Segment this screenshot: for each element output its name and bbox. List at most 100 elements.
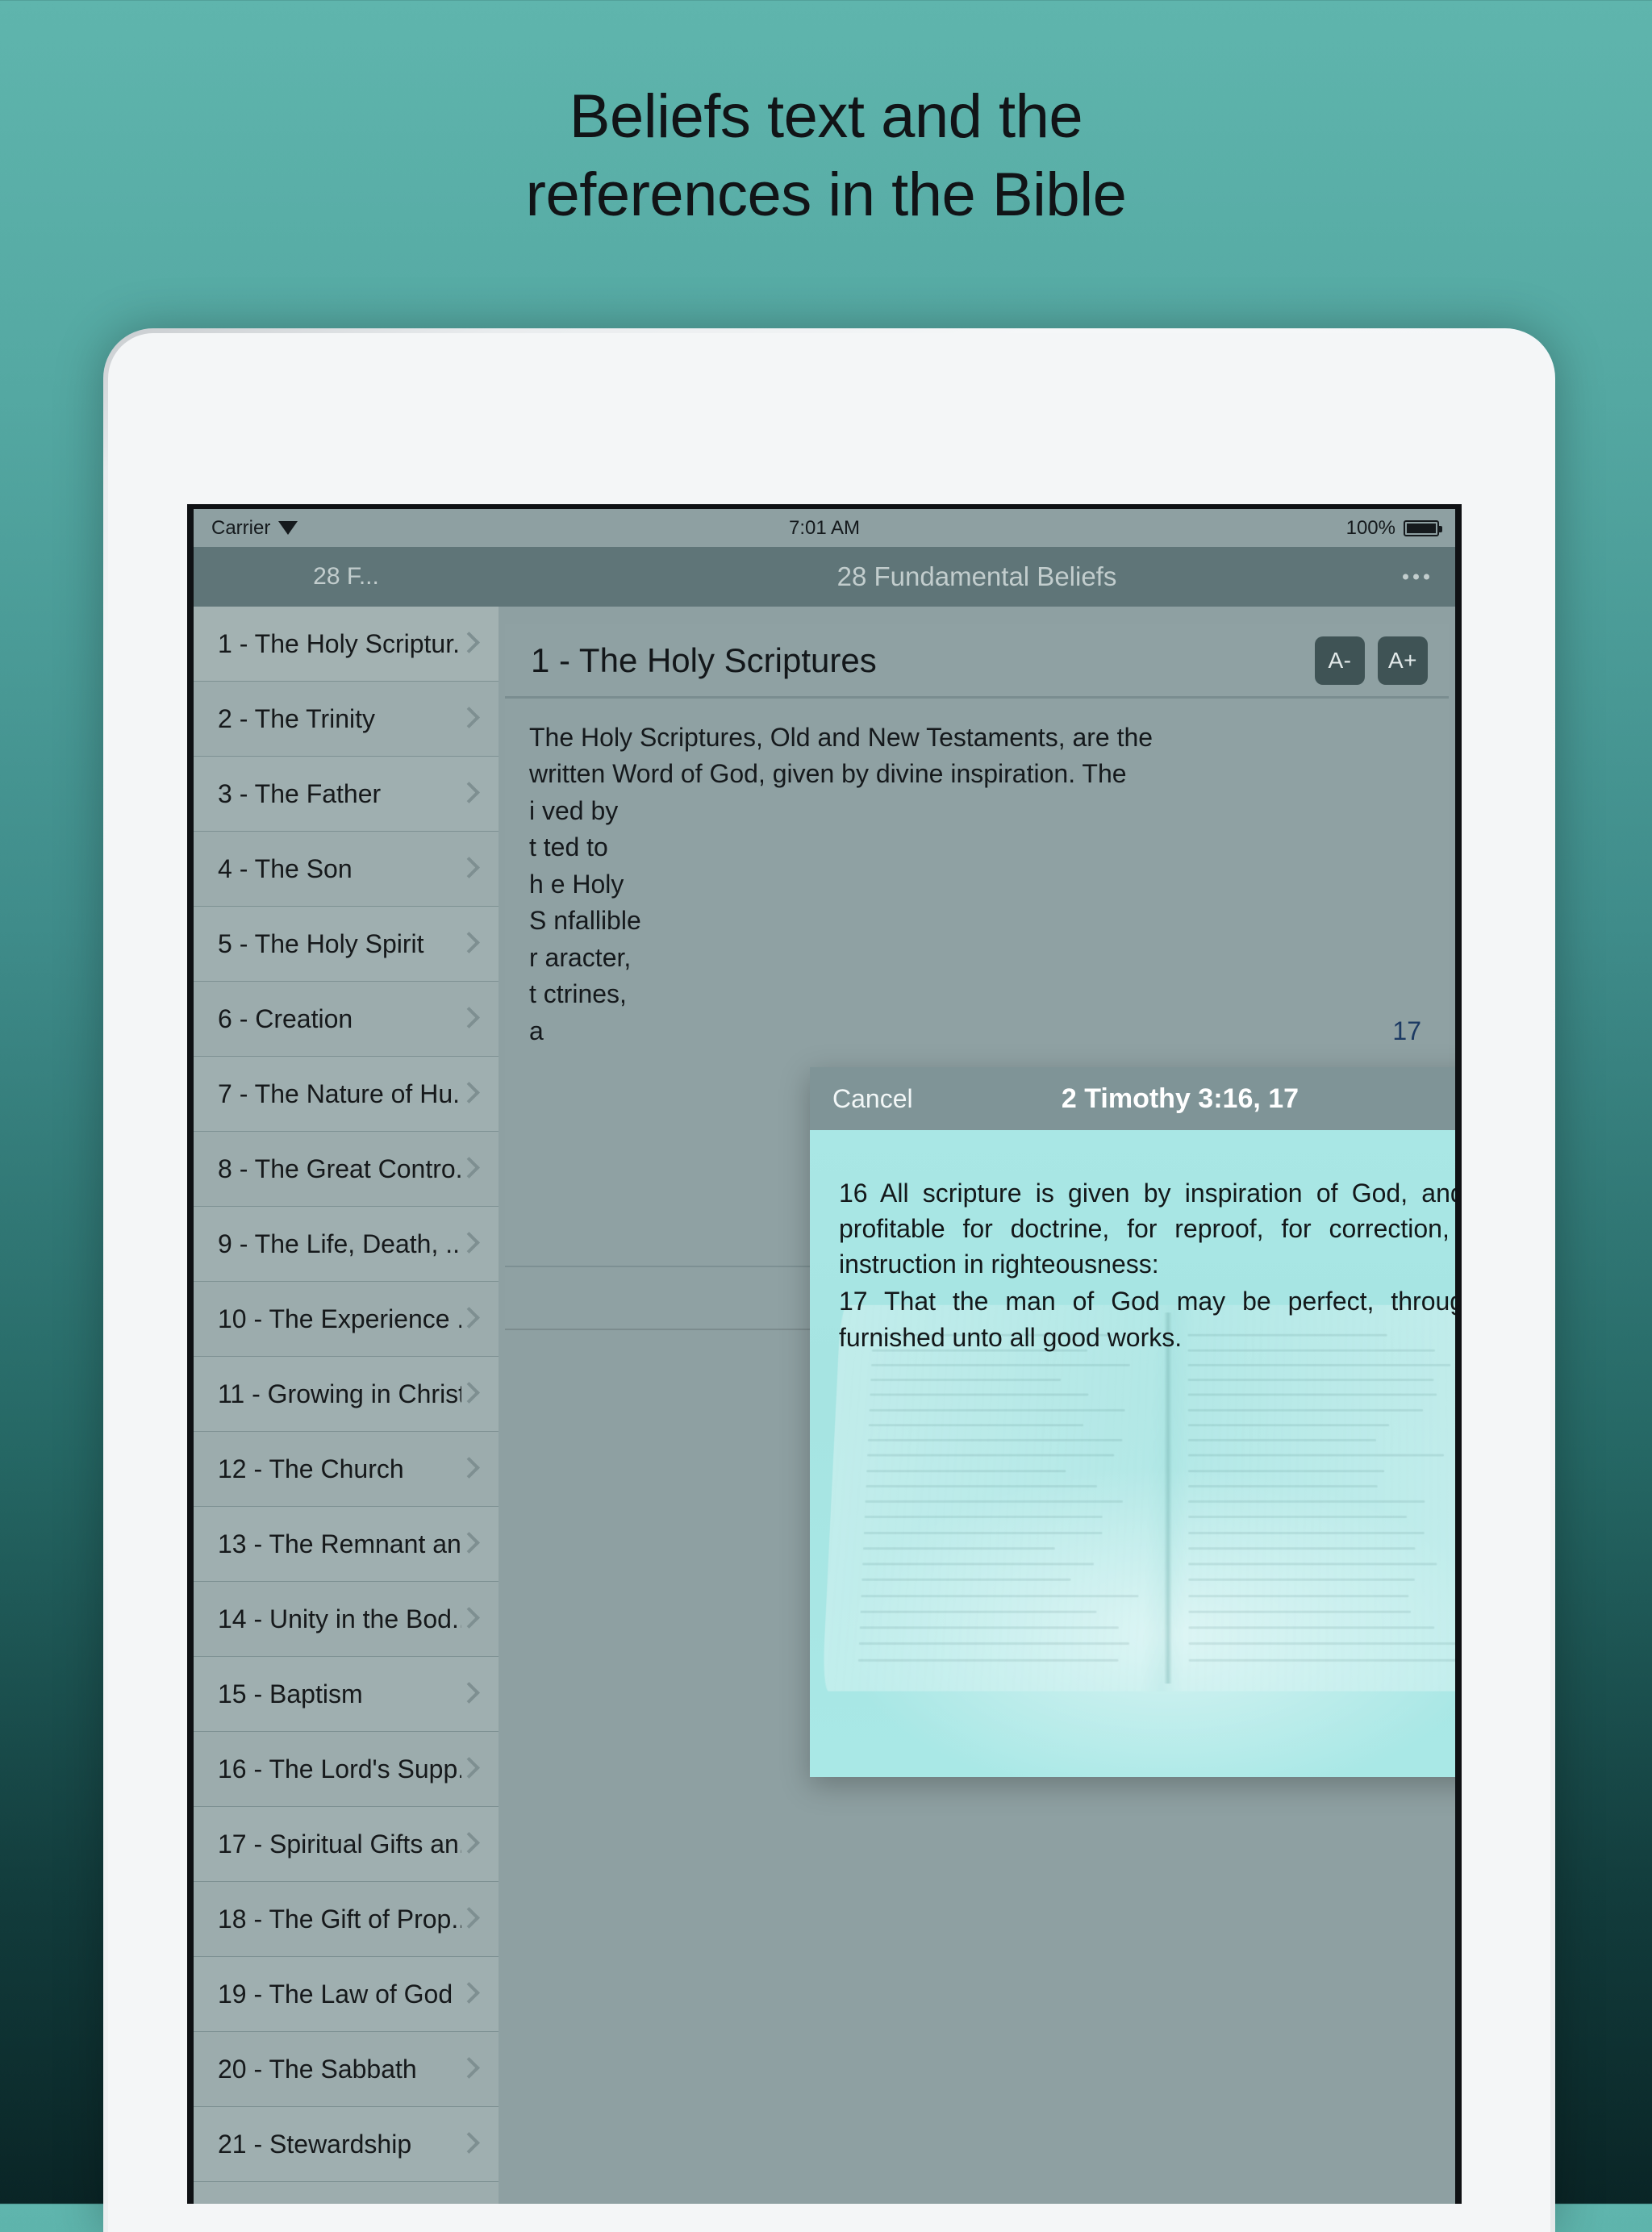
list-item-label: 5 - The Holy Spirit — [218, 929, 461, 959]
chevron-right-icon — [461, 1458, 474, 1480]
list-item[interactable]: 19 - The Law of God — [194, 1957, 499, 2032]
article-header: 1 - The Holy Scriptures A- A+ — [505, 624, 1449, 699]
verse-modal-body: 16 All scripture is given by inspiration… — [810, 1130, 1455, 1777]
article-body-line-3: i ved by — [529, 793, 1425, 829]
list-item-label: 15 - Baptism — [218, 1679, 461, 1709]
chevron-right-icon — [461, 782, 474, 805]
list-item-label: 14 - Unity in the Bod... — [218, 1604, 461, 1634]
chevron-right-icon — [461, 1683, 474, 1705]
chevron-right-icon — [461, 632, 474, 655]
list-item[interactable]: 12 - The Church — [194, 1432, 499, 1507]
list-item-label: 7 - The Nature of Hu... — [218, 1079, 461, 1109]
chevron-right-icon — [461, 1758, 474, 1780]
chevron-right-icon — [461, 1158, 474, 1180]
split-view: 28 F... 1 - The Holy Scriptur... 2 - The … — [194, 547, 1455, 2204]
list-item-label: 4 - The Son — [218, 854, 461, 884]
list-item-label: 10 - The Experience ... — [218, 1304, 461, 1334]
list-item[interactable]: 17 - Spiritual Gifts an... — [194, 1807, 499, 1882]
article-title: 1 - The Holy Scriptures — [531, 641, 1302, 680]
list-item-label: 1 - The Holy Scriptur... — [218, 629, 461, 659]
detail-pane: 28 Fundamental Beliefs 1 - The Holy Scri… — [499, 547, 1455, 2204]
list-item-label: 17 - Spiritual Gifts an... — [218, 1829, 461, 1859]
list-item[interactable]: 3 - The Father — [194, 757, 499, 832]
chevron-right-icon — [461, 1608, 474, 1630]
headline-line-2: references in the Bible — [0, 156, 1652, 234]
ellipsis-icon[interactable] — [1403, 574, 1429, 580]
list-item[interactable]: 20 - The Sabbath — [194, 2032, 499, 2107]
page-title: Beliefs text and the references in the B… — [0, 77, 1652, 235]
list-item[interactable]: 9 - The Life, Death, ... — [194, 1207, 499, 1282]
font-decrease-button[interactable]: A- — [1315, 636, 1365, 685]
list-item[interactable]: 2 - The Trinity — [194, 682, 499, 757]
chevron-right-icon — [461, 1008, 474, 1030]
verse-modal-header: Cancel 2 Timothy 3:16, 17 — [810, 1067, 1455, 1130]
list-item[interactable]: 8 - The Great Contro... — [194, 1132, 499, 1207]
master-pane: 28 F... 1 - The Holy Scriptur... 2 - The … — [194, 547, 499, 2204]
list-item[interactable]: 5 - The Holy Spirit — [194, 907, 499, 982]
app-screen-content: Carrier 7:01 AM 100% 28 F... 1 - The Hol… — [194, 509, 1455, 2204]
list-item[interactable]: 14 - Unity in the Bod... — [194, 1582, 499, 1657]
master-navigation-bar: 28 F... — [194, 547, 499, 607]
list-item-label: 20 - The Sabbath — [218, 2055, 461, 2084]
scripture-reference-link[interactable]: 17 — [1392, 1013, 1421, 1049]
battery-full-icon — [1404, 520, 1439, 536]
detail-navigation-bar: 28 Fundamental Beliefs — [499, 547, 1455, 607]
verse-reference-title: 2 Timothy 3:16, 17 — [810, 1083, 1455, 1115]
article-body-line-1: The Holy Scriptures, Old and New Testame… — [529, 720, 1425, 756]
open-bible-photo — [822, 1304, 1455, 1691]
chevron-right-icon — [461, 1083, 474, 1105]
list-item[interactable]: 10 - The Experience ... — [194, 1282, 499, 1357]
book-text-lines — [822, 1304, 1455, 1691]
list-item[interactable]: 4 - The Son — [194, 832, 499, 907]
verse-modal: Cancel 2 Timothy 3:16, 17 16 All scriptu… — [810, 1067, 1455, 1777]
list-item[interactable]: 21 - Stewardship — [194, 2107, 499, 2182]
list-item-label: 16 - The Lord's Supp... — [218, 1754, 461, 1784]
chevron-right-icon — [461, 1383, 474, 1405]
status-bar-time: 7:01 AM — [194, 517, 1455, 540]
chevron-right-icon — [461, 932, 474, 955]
list-item[interactable]: 15 - Baptism — [194, 1657, 499, 1732]
article-body-line-9: a — [529, 1016, 544, 1045]
chevron-right-icon — [461, 707, 474, 730]
chevron-right-icon — [461, 2058, 474, 2080]
chevron-right-icon — [461, 1908, 474, 1930]
app-screen: Carrier 7:01 AM 100% 28 F... 1 - The Hol… — [187, 504, 1462, 2204]
article-body-line-4: t ted to — [529, 829, 1425, 866]
list-item[interactable]: 6 - Creation — [194, 982, 499, 1057]
beliefs-list[interactable]: 1 - The Holy Scriptur... 2 - The Trinity 3… — [194, 607, 499, 2204]
chevron-right-icon — [461, 1233, 474, 1255]
verse-text: 16 All scripture is given by inspiration… — [810, 1175, 1455, 1357]
list-item[interactable]: 7 - The Nature of Hu... — [194, 1057, 499, 1132]
list-item-label: 13 - The Remnant an... — [218, 1529, 461, 1559]
list-item[interactable]: 11 - Growing in Christ — [194, 1357, 499, 1432]
article-body-line-6: S nfallible — [529, 903, 1425, 939]
chevron-right-icon — [461, 1533, 474, 1555]
list-item-label: 3 - The Father — [218, 779, 461, 809]
list-item-label: 6 - Creation — [218, 1004, 461, 1034]
list-item[interactable]: 1 - The Holy Scriptur... — [194, 607, 499, 682]
list-item[interactable]: 18 - The Gift of Prop... — [194, 1882, 499, 1957]
list-item-label: 8 - The Great Contro... — [218, 1154, 461, 1184]
list-item-label: 19 - The Law of God — [218, 1980, 461, 2009]
battery-percent-label: 100% — [1346, 517, 1395, 540]
master-nav-title: 28 F... — [313, 563, 379, 590]
list-item-label: 9 - The Life, Death, ... — [218, 1229, 461, 1259]
article-body-line-8: t ctrines, — [529, 976, 1425, 1012]
headline-line-1: Beliefs text and the — [0, 77, 1652, 156]
detail-nav-title: 28 Fundamental Beliefs — [837, 561, 1117, 592]
article-body-line-5: h e Holy — [529, 866, 1425, 903]
list-item-label: 12 - The Church — [218, 1454, 461, 1484]
list-item-label: 2 - The Trinity — [218, 704, 461, 734]
chevron-right-icon — [461, 1983, 474, 2005]
chevron-right-icon — [461, 1308, 474, 1330]
verse-17-text: 17 That the man of God may be perfect, t… — [839, 1283, 1455, 1354]
list-item-label: 18 - The Gift of Prop... — [218, 1905, 461, 1934]
status-bar: Carrier 7:01 AM 100% — [194, 509, 1455, 547]
font-increase-button[interactable]: A+ — [1378, 636, 1428, 685]
list-item-label: 11 - Growing in Christ — [218, 1379, 461, 1409]
list-item[interactable]: 16 - The Lord's Supp... — [194, 1732, 499, 1807]
chevron-right-icon — [461, 2133, 474, 2155]
article-body: The Holy Scriptures, Old and New Testame… — [505, 699, 1449, 1049]
list-item[interactable]: 13 - The Remnant an... — [194, 1507, 499, 1582]
chevron-right-icon — [461, 1833, 474, 1855]
